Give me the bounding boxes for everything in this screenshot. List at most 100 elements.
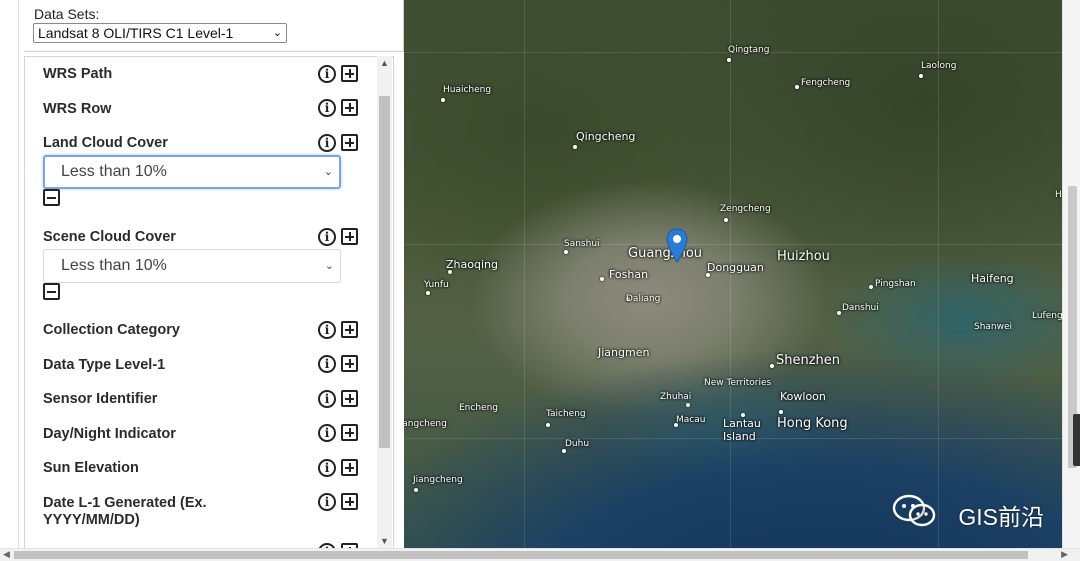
expand-plus-icon[interactable] — [341, 134, 358, 151]
scroll-up-icon[interactable]: ▲ — [380, 58, 389, 68]
place-label: Zhaoqing — [446, 258, 498, 271]
expand-plus-icon[interactable] — [341, 99, 358, 116]
datasets-label: Data Sets: — [34, 6, 100, 22]
scroll-down-icon[interactable]: ▼ — [380, 536, 389, 546]
filter-label-date-l1-generated[interactable]: Date L-1 Generated (Ex. YYYY/MM/DD) — [43, 495, 243, 529]
place-label: Shenzhen — [776, 353, 841, 368]
place-dot — [414, 488, 418, 492]
place-label: Shanwei — [974, 322, 1013, 332]
collapse-minus-icon[interactable] — [43, 189, 60, 206]
expand-plus-icon[interactable] — [341, 459, 358, 476]
info-icon[interactable]: i — [318, 134, 336, 152]
place-dot — [564, 250, 568, 254]
map-marker-icon[interactable] — [666, 228, 688, 264]
info-icon[interactable]: i — [318, 390, 336, 408]
filter-actions-wrs-row: i — [318, 99, 360, 117]
place-label: Hong Kong — [777, 416, 848, 431]
search-criteria-panel: Data Sets: Landsat 8 OLI/TIRS C1 Level-1… — [0, 0, 404, 548]
land-cloud-cover-select[interactable]: Less than 10% ⌄ — [43, 155, 341, 189]
info-icon[interactable]: i — [318, 99, 336, 117]
filter-label-scene-cloud-cover[interactable]: Scene Cloud Cover — [43, 229, 343, 245]
page-side-handle[interactable] — [1073, 414, 1080, 466]
place-label: Duhu — [565, 439, 590, 449]
filter-label-land-cloud-cover[interactable]: Land Cloud Cover — [43, 135, 343, 151]
collapse-minus-icon[interactable] — [43, 283, 60, 300]
satellite-map[interactable]: Qingtang Laolong Fengcheng Huaicheng Qin… — [404, 0, 1062, 548]
place-dot — [441, 98, 445, 102]
expand-plus-icon[interactable] — [341, 228, 358, 245]
chevron-down-icon: ⌄ — [323, 166, 333, 178]
info-icon[interactable]: i — [318, 459, 336, 477]
expand-plus-icon[interactable] — [341, 390, 358, 407]
map-graticule — [938, 0, 939, 548]
expand-plus-icon[interactable] — [341, 355, 358, 372]
place-label: Jiangcheng — [413, 475, 463, 485]
place-dot — [779, 410, 783, 414]
horizontal-scrollbar[interactable]: ◀ ▶ — [0, 548, 1080, 561]
info-icon[interactable]: i — [318, 355, 336, 373]
criteria-scrollbar[interactable]: ▲ ▼ — [377, 56, 392, 548]
place-label: New Territories — [704, 378, 772, 388]
land-cloud-cover-value: Less than 10% — [61, 163, 167, 180]
watermark-text: GIS前沿 — [958, 504, 1044, 530]
place-label: H — [1055, 190, 1062, 200]
place-label: Daliang — [626, 294, 661, 304]
scene-cloud-cover-select[interactable]: Less than 10% ⌄ — [43, 249, 341, 283]
place-label: Fengcheng — [801, 78, 851, 88]
scroll-left-icon[interactable]: ◀ — [3, 549, 10, 560]
scroll-right-icon[interactable]: ▶ — [1061, 549, 1068, 560]
info-icon[interactable]: i — [318, 228, 336, 246]
place-dot — [727, 58, 731, 62]
place-label: Yangcheng — [404, 419, 447, 429]
info-icon[interactable]: i — [318, 65, 336, 83]
place-label: Dongguan — [707, 261, 764, 274]
filter-label-sensor-identifier[interactable]: Sensor Identifier — [43, 391, 343, 407]
filter-label-sun-elevation[interactable]: Sun Elevation — [43, 460, 343, 476]
place-label: Sanshui — [564, 239, 600, 249]
expand-plus-icon[interactable] — [341, 424, 358, 441]
datasets-section: Data Sets: Landsat 8 OLI/TIRS C1 Level-1… — [24, 0, 404, 52]
expand-plus-icon[interactable] — [341, 493, 358, 510]
criteria-scrollbar-thumb[interactable] — [379, 96, 390, 448]
info-icon[interactable]: i — [318, 424, 336, 442]
filter-label-wrs-row[interactable]: WRS Row — [43, 101, 343, 117]
place-dot — [600, 277, 604, 281]
expand-plus-icon[interactable] — [341, 65, 358, 82]
place-label: Huaicheng — [443, 85, 492, 95]
place-dot — [562, 449, 566, 453]
scene-cloud-cover-value: Less than 10% — [61, 257, 167, 274]
info-icon[interactable]: i — [318, 321, 336, 339]
place-label: Foshan — [609, 268, 649, 281]
filter-label-collection-category[interactable]: Collection Category — [43, 322, 343, 338]
place-dot — [795, 85, 799, 89]
place-label: Taicheng — [546, 409, 586, 419]
place-label: Qingtang — [728, 45, 770, 55]
filter-label-wrs-path[interactable]: WRS Path — [43, 66, 343, 82]
chevron-down-icon: ⌄ — [324, 260, 334, 272]
chevron-down-icon: ⌄ — [272, 27, 282, 39]
wechat-icon — [892, 494, 936, 527]
filter-actions-wrs-path: i — [318, 65, 360, 83]
app-window: Data Sets: Landsat 8 OLI/TIRS C1 Level-1… — [0, 0, 1080, 561]
filter-actions-day-night-indicator: i — [318, 424, 360, 442]
filter-label-data-type-level-1[interactable]: Data Type Level-1 — [43, 357, 343, 373]
filter-actions-date-l1-generated: i — [318, 493, 360, 511]
place-label: Lantau Island — [723, 417, 761, 443]
place-label: Lufeng — [1032, 311, 1062, 321]
place-dot — [686, 403, 690, 407]
place-label: Huizhou — [777, 249, 830, 264]
place-label: Zhuhai — [660, 392, 692, 402]
datasets-select-value: Landsat 8 OLI/TIRS C1 Level-1 — [38, 25, 234, 41]
place-dot — [546, 423, 550, 427]
info-icon[interactable]: i — [318, 493, 336, 511]
place-label: Laolong — [921, 61, 957, 71]
expand-plus-icon[interactable] — [341, 321, 358, 338]
filter-actions-scene-cloud-cover: i — [318, 228, 360, 246]
filter-label-day-night-indicator[interactable]: Day/Night Indicator — [43, 426, 343, 442]
page-scrollbar[interactable] — [1062, 0, 1080, 548]
place-dot — [573, 145, 577, 149]
filter-actions-sun-elevation: i — [318, 459, 360, 477]
datasets-select[interactable]: Landsat 8 OLI/TIRS C1 Level-1 ⌄ — [33, 23, 287, 43]
horizontal-scrollbar-thumb[interactable] — [14, 551, 1028, 559]
additional-criteria-list: WRS Path i WRS Row i Land Cloud Cover i … — [24, 56, 394, 548]
